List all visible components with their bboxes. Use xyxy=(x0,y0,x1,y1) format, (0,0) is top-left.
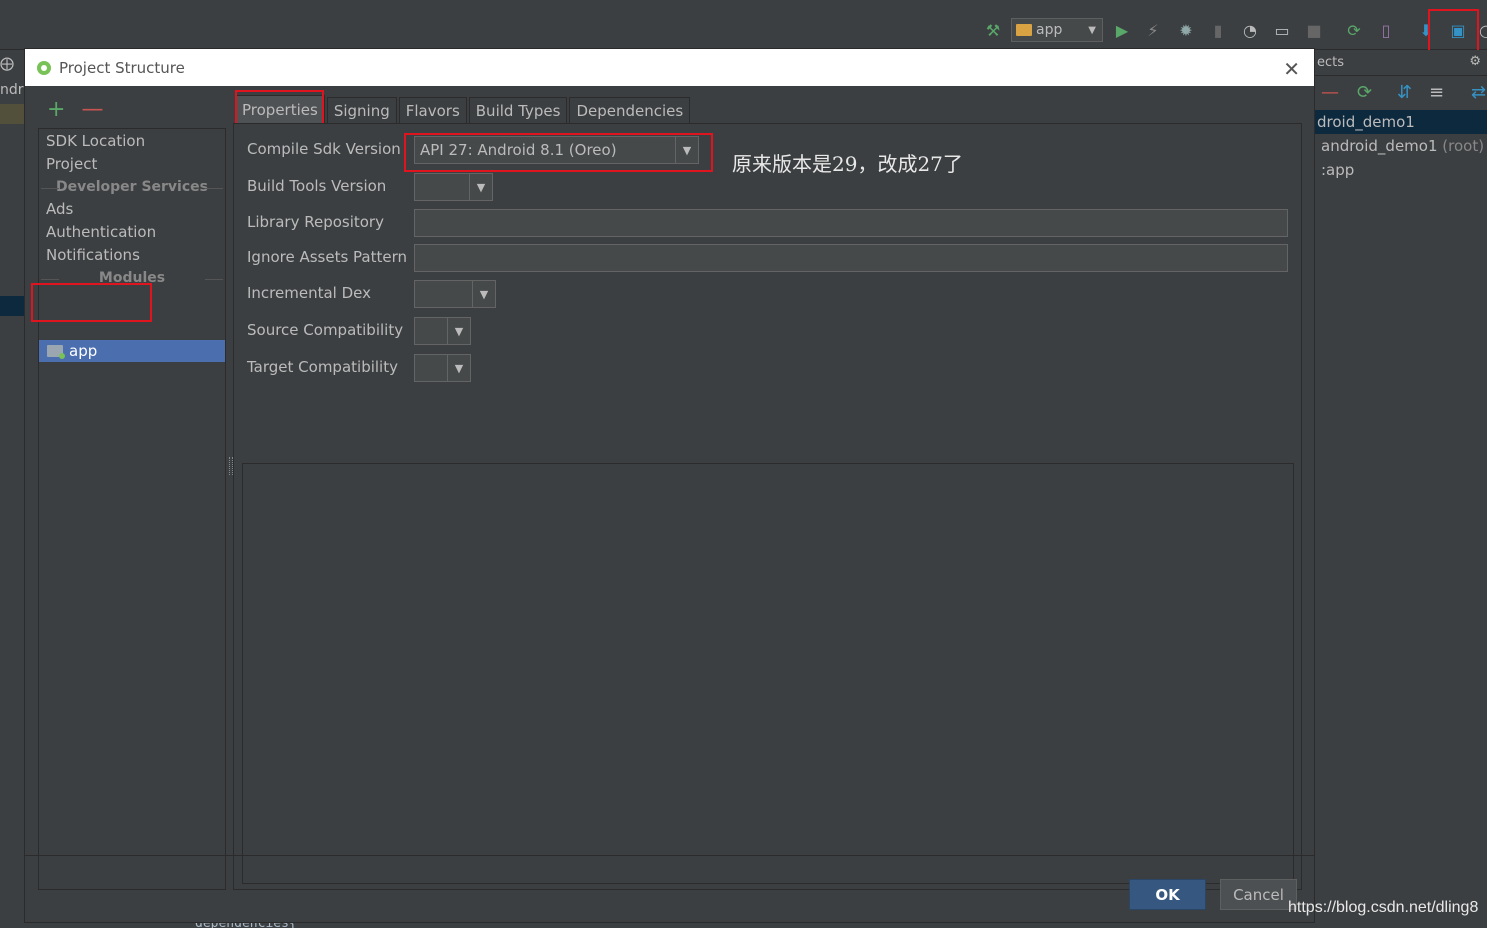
chevron-down-icon: ▼ xyxy=(472,281,495,307)
refresh-icon[interactable]: ⟳ xyxy=(1357,82,1372,103)
debug-icon[interactable]: ✹ xyxy=(1176,20,1196,40)
left-strip-highlight xyxy=(0,104,24,124)
tree-item-root-selected[interactable]: droid_demo1 xyxy=(1315,110,1487,134)
module-folder-icon xyxy=(47,345,65,359)
main-toolbar: ⚒ app ▼ ▶ ⚡ ✹ ▮ ◔ ▭ ■ ⟳ ▯ ⬇ ▣ ○ xyxy=(0,10,1487,50)
incremental-dex-dropdown[interactable]: ▼ xyxy=(414,280,496,308)
profile-icon[interactable]: ◔ xyxy=(1240,20,1260,40)
run-config-dropdown[interactable]: app ▼ xyxy=(1011,18,1103,42)
project-panel-tools: — ⟳ ⇵ ≡ ⇄ xyxy=(1315,76,1487,110)
sidebar-group-developer-services: Developer Services xyxy=(39,179,225,195)
watermark: https://blog.csdn.net/dling8 xyxy=(1288,899,1479,916)
gear-icon[interactable]: ⚙ xyxy=(1469,54,1481,69)
project-panel-header: ects ⚙ xyxy=(1315,50,1487,76)
tree-item-label: android_demo1 xyxy=(1321,137,1438,155)
coverage-icon[interactable]: ▮ xyxy=(1208,20,1228,40)
add-icon[interactable]: + xyxy=(47,97,65,122)
project-structure-dialog: Project Structure ✕ + — SDK Location Pro… xyxy=(24,48,1315,923)
dialog-title: Project Structure xyxy=(59,58,185,77)
sidebar-item-sdk-location[interactable]: SDK Location xyxy=(46,132,145,150)
sidebar-item-label: app xyxy=(69,342,98,360)
left-strip-text: ndr xyxy=(0,82,24,98)
android-folder-icon xyxy=(1016,24,1032,36)
dialog-titlebar: Project Structure ✕ xyxy=(25,49,1314,86)
library-repository-input[interactable] xyxy=(414,209,1288,237)
chevron-down-icon: ▼ xyxy=(447,355,470,381)
ok-button[interactable]: OK xyxy=(1129,879,1206,910)
sidebar-item-notifications[interactable]: Notifications xyxy=(46,246,140,264)
remove-icon[interactable]: — xyxy=(81,97,103,122)
properties-panel: Compile Sdk Version API 27: Android 8.1 … xyxy=(233,123,1302,890)
close-icon[interactable]: ✕ xyxy=(1283,57,1300,81)
target-compatibility-dropdown[interactable]: ▼ xyxy=(414,354,471,382)
settings-icon[interactable]: ⨁ xyxy=(0,56,14,72)
source-compatibility-label: Source Compatibility xyxy=(247,321,404,339)
incremental-dex-label: Incremental Dex xyxy=(247,284,371,302)
highlight-app-module xyxy=(31,283,152,322)
sidebar-item-project[interactable]: Project xyxy=(46,155,97,173)
ignore-assets-input[interactable] xyxy=(414,244,1288,272)
target-compatibility-label: Target Compatibility xyxy=(247,358,398,376)
source-compatibility-dropdown[interactable]: ▼ xyxy=(414,317,471,345)
left-strip-selection xyxy=(0,296,24,316)
tree-item-app[interactable]: :app xyxy=(1315,158,1487,182)
sidebar-item-app-module[interactable]: app xyxy=(39,340,225,362)
project-panel: ects ⚙ — ⟳ ⇵ ≡ ⇄ droid_demo1 android_dem… xyxy=(1315,50,1487,928)
dialog-footer: OK Cancel xyxy=(25,855,1314,922)
expand-all-icon[interactable]: ⇵ xyxy=(1397,82,1412,103)
annotation-note: 原来版本是29，改成27了 xyxy=(732,152,963,176)
empty-details-panel xyxy=(242,463,1294,884)
compile-sdk-label: Compile Sdk Version xyxy=(247,140,401,158)
menubar xyxy=(0,0,1487,10)
sidebar-item-ads[interactable]: Ads xyxy=(46,200,73,218)
sidebar-item-authentication[interactable]: Authentication xyxy=(46,223,156,241)
apply-changes-icon[interactable]: ⚡ xyxy=(1143,20,1163,40)
tab-flavors[interactable]: Flavors xyxy=(398,97,467,123)
project-panel-title: ects xyxy=(1317,55,1345,70)
collapse-all-icon[interactable]: ≡ xyxy=(1429,82,1444,103)
chevron-down-icon: ▼ xyxy=(1088,24,1096,36)
tree-item-label: :app xyxy=(1321,161,1355,179)
ide-left-strip: ⨁ ndr xyxy=(0,50,24,928)
run-icon[interactable]: ▶ xyxy=(1112,20,1132,40)
ignore-assets-label: Ignore Assets Pattern xyxy=(247,248,408,266)
chevron-down-icon: ▼ xyxy=(469,174,492,200)
tab-build-types[interactable]: Build Types xyxy=(468,97,568,123)
sidebar-tools: + — xyxy=(47,97,103,122)
attach-debugger-icon[interactable]: ▭ xyxy=(1272,20,1292,40)
build-tools-dropdown[interactable]: ▼ xyxy=(414,173,493,201)
android-studio-logo-icon xyxy=(37,60,51,75)
build-hammer-icon[interactable]: ⚒ xyxy=(983,20,1003,40)
avd-manager-icon[interactable]: ▯ xyxy=(1376,20,1396,40)
tab-dependencies[interactable]: Dependencies xyxy=(569,97,691,123)
build-tools-label: Build Tools Version xyxy=(247,177,387,195)
tree-item-android-demo1[interactable]: android_demo1 (root) xyxy=(1315,134,1487,158)
highlight-compile-sdk xyxy=(404,133,713,172)
tree-item-label: droid_demo1 xyxy=(1317,113,1415,131)
tab-signing[interactable]: Signing xyxy=(326,97,397,123)
minus-icon[interactable]: — xyxy=(1321,82,1339,103)
run-config-label: app xyxy=(1036,22,1063,38)
tree-item-suffix: (root) xyxy=(1442,137,1485,155)
stop-icon[interactable]: ■ xyxy=(1304,20,1324,40)
cancel-button[interactable]: Cancel xyxy=(1220,879,1297,910)
sidebar: SDK Location Project Developer Services … xyxy=(38,128,226,890)
sync-gradle-icon[interactable]: ⟳ xyxy=(1344,20,1364,40)
library-repository-label: Library Repository xyxy=(247,213,384,231)
chevron-down-icon: ▼ xyxy=(447,318,470,344)
link-icon[interactable]: ⇄ xyxy=(1471,82,1486,103)
